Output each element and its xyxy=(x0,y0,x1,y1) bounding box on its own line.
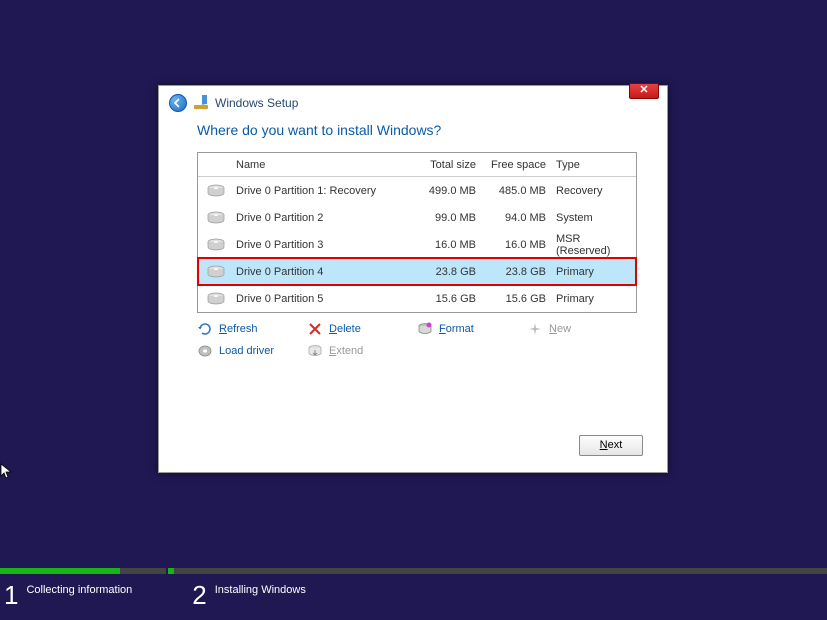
partition-type: System xyxy=(554,212,636,224)
disk-icon xyxy=(198,184,234,198)
mouse-cursor xyxy=(0,463,14,481)
table-row[interactable]: Drive 0 Partition 316.0 MB16.0 MBMSR (Re… xyxy=(198,231,636,258)
partition-free: 485.0 MB xyxy=(484,185,554,197)
extend-icon xyxy=(307,343,323,359)
partition-total: 16.0 MB xyxy=(414,239,484,251)
step-1: 1 Collecting information xyxy=(4,582,132,608)
partition-type: MSR (Reserved) xyxy=(554,233,636,257)
progress-seg-1-done xyxy=(0,568,120,574)
progress-area: 1 Collecting information 2 Installing Wi… xyxy=(0,568,827,620)
table-row[interactable]: Drive 0 Partition 1: Recovery499.0 MB485… xyxy=(198,177,636,204)
new-icon xyxy=(527,321,543,337)
page-heading: Where do you want to install Windows? xyxy=(197,122,629,138)
step-2-label: Installing Windows xyxy=(215,582,306,596)
titlebar: Windows Setup xyxy=(159,86,667,116)
partition-table: Name Total size Free space Type Drive 0 … xyxy=(197,152,637,313)
load-driver-icon xyxy=(197,343,213,359)
load-driver-label: Load driver xyxy=(219,345,274,357)
actions-row: Refresh Delete Format New xyxy=(197,321,637,359)
partition-name: Drive 0 Partition 2 xyxy=(234,212,414,224)
progress-seg-2-remaining xyxy=(174,568,827,574)
col-type: Type xyxy=(554,159,636,171)
format-icon xyxy=(417,321,433,337)
partition-total: 23.8 GB xyxy=(414,266,484,278)
partition-name: Drive 0 Partition 3 xyxy=(234,239,414,251)
col-total: Total size xyxy=(414,159,484,171)
back-button[interactable] xyxy=(169,94,187,112)
next-button[interactable]: Next xyxy=(579,435,643,456)
partition-name: Drive 0 Partition 1: Recovery xyxy=(234,185,414,197)
partition-free: 23.8 GB xyxy=(484,266,554,278)
step-1-label: Collecting information xyxy=(26,582,132,596)
disk-icon xyxy=(198,292,234,306)
windows-setup-icon xyxy=(193,95,209,111)
partition-name: Drive 0 Partition 5 xyxy=(234,293,414,305)
disk-icon xyxy=(198,211,234,225)
disk-icon xyxy=(198,265,234,279)
partition-type: Primary xyxy=(554,293,636,305)
table-row[interactable]: Drive 0 Partition 515.6 GB15.6 GBPrimary xyxy=(198,285,636,312)
step-1-number: 1 xyxy=(4,582,18,608)
table-row[interactable]: Drive 0 Partition 423.8 GB23.8 GBPrimary xyxy=(198,258,636,285)
window-title: Windows Setup xyxy=(215,96,298,110)
next-rest: ext xyxy=(608,439,623,451)
extend-action: Extend xyxy=(307,343,417,359)
refresh-icon xyxy=(197,321,213,337)
delete-action[interactable]: Delete xyxy=(307,321,417,337)
disk-icon xyxy=(198,238,234,252)
table-header: Name Total size Free space Type xyxy=(198,153,636,177)
format-action[interactable]: Format xyxy=(417,321,527,337)
col-name: Name xyxy=(234,159,414,171)
step-2: 2 Installing Windows xyxy=(192,582,306,608)
setup-dialog: ✕ Windows Setup Where do you want to ins… xyxy=(158,85,668,473)
steps-row: 1 Collecting information 2 Installing Wi… xyxy=(0,574,827,620)
partition-total: 99.0 MB xyxy=(414,212,484,224)
col-free: Free space xyxy=(484,159,554,171)
partition-free: 15.6 GB xyxy=(484,293,554,305)
delete-icon xyxy=(307,321,323,337)
partition-free: 16.0 MB xyxy=(484,239,554,251)
partition-type: Recovery xyxy=(554,185,636,197)
partition-type: Primary xyxy=(554,266,636,278)
partition-total: 15.6 GB xyxy=(414,293,484,305)
close-button[interactable]: ✕ xyxy=(629,83,659,99)
load-driver-action[interactable]: Load driver xyxy=(197,343,307,359)
new-action: New xyxy=(527,321,637,337)
progress-bar xyxy=(0,568,827,574)
partition-name: Drive 0 Partition 4 xyxy=(234,266,414,278)
progress-seg-1-remaining xyxy=(120,568,166,574)
partition-free: 94.0 MB xyxy=(484,212,554,224)
step-2-number: 2 xyxy=(192,582,206,608)
table-row[interactable]: Drive 0 Partition 299.0 MB94.0 MBSystem xyxy=(198,204,636,231)
refresh-action[interactable]: Refresh xyxy=(197,321,307,337)
partition-total: 499.0 MB xyxy=(414,185,484,197)
next-mnemonic: N xyxy=(600,439,608,451)
